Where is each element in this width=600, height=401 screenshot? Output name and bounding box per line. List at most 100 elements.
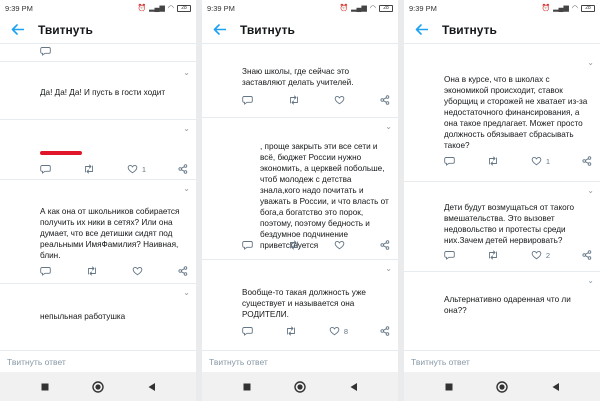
retweet-button[interactable] xyxy=(288,95,300,105)
tweet-thread: ⌄ Она в курсе, что в школах с экономикой… xyxy=(404,44,600,350)
like-count: 1 xyxy=(141,164,147,174)
app-bar: Твитнуть xyxy=(202,16,398,44)
retweet-button[interactable] xyxy=(86,266,98,276)
tweet-text: Дети будут возмущаться от такого вмешате… xyxy=(444,203,575,245)
tweet-text: Вообще-то такая должность уже существует… xyxy=(242,288,366,319)
tweet-text: Да! Да! Да! И пусть в гости ходит xyxy=(40,88,166,97)
status-time: 9:39 PM xyxy=(5,3,33,13)
signal-icon: ▂▄▆ xyxy=(553,4,569,12)
system-nav-bar xyxy=(0,372,196,401)
like-button[interactable] xyxy=(334,95,345,105)
page-title: Твитнуть xyxy=(38,22,93,37)
share-button[interactable] xyxy=(380,95,390,105)
tweet-thread: Знаю школы, где сейчас это заставляют де… xyxy=(202,44,398,350)
chevron-down-icon[interactable]: ⌄ xyxy=(183,288,190,297)
reply-button[interactable] xyxy=(40,266,51,276)
share-button[interactable] xyxy=(582,250,592,260)
back-arrow-icon[interactable] xyxy=(210,21,228,39)
app-bar: Твитнуть xyxy=(404,16,600,44)
system-nav-bar xyxy=(202,372,398,401)
status-bar: 9:39 PM ⏰ ▂▄▆ ◠ 28 xyxy=(202,0,398,16)
screen-3: 9:39 PM ⏰ ▂▄▆ ◠ 28 Твитнуть ⌄ Она в курс… xyxy=(404,0,600,401)
tweet[interactable]: ⌄ , проще закрыть эти все сети и всё, бю… xyxy=(202,118,398,260)
back-arrow-icon[interactable] xyxy=(8,21,26,39)
chevron-down-icon[interactable]: ⌄ xyxy=(183,124,190,133)
chevron-down-icon[interactable]: ⌄ xyxy=(385,264,392,273)
chevron-down-icon[interactable]: ⌄ xyxy=(183,68,190,77)
back-button[interactable] xyxy=(345,379,361,395)
tweet[interactable]: ⌄ 1 xyxy=(0,120,196,180)
battery-icon: 28 xyxy=(177,4,191,12)
share-button[interactable] xyxy=(178,266,188,276)
back-arrow-icon[interactable] xyxy=(412,21,430,39)
retweet-button[interactable] xyxy=(285,326,297,336)
recents-button[interactable] xyxy=(239,379,255,395)
like-button[interactable]: 1 xyxy=(127,164,146,174)
tweet[interactable]: ⌄ Дети будут возмущаться от такого вмеша… xyxy=(404,182,600,272)
screen-1: 9:39 PM ⏰ ▂▄▆ ◠ 28 Твитнуть Да! Да! Да! … xyxy=(0,0,196,401)
chevron-down-icon[interactable]: ⌄ xyxy=(587,58,594,67)
reply-bar xyxy=(404,350,600,372)
chevron-down-icon[interactable]: ⌄ xyxy=(183,184,190,193)
system-nav-bar xyxy=(404,372,600,401)
like-button[interactable] xyxy=(132,266,143,276)
home-button[interactable] xyxy=(292,379,308,395)
reply-button[interactable] xyxy=(40,46,51,56)
alarm-icon: ⏰ xyxy=(541,4,551,12)
retweet-button[interactable] xyxy=(487,250,499,260)
retweet-button[interactable] xyxy=(288,240,300,250)
screen-2: 9:39 PM ⏰ ▂▄▆ ◠ 28 Твитнуть Знаю школы, … xyxy=(202,0,398,401)
home-button[interactable] xyxy=(494,379,510,395)
page-title: Твитнуть xyxy=(442,22,497,37)
reply-bar xyxy=(202,350,398,372)
recents-button[interactable] xyxy=(37,379,53,395)
reply-input[interactable] xyxy=(411,356,591,367)
battery-icon: 28 xyxy=(581,4,595,12)
chevron-down-icon[interactable]: ⌄ xyxy=(587,186,594,195)
alarm-icon: ⏰ xyxy=(339,4,349,12)
chevron-down-icon[interactable]: ⌄ xyxy=(587,276,594,285)
reply-button[interactable] xyxy=(40,164,51,174)
reply-button[interactable] xyxy=(242,326,253,336)
tweet[interactable]: ⌄ Она в курсе, что в школах с экономикой… xyxy=(404,44,600,182)
home-button[interactable] xyxy=(90,379,106,395)
wifi-icon: ◠ xyxy=(571,4,578,12)
tweet[interactable]: ⌄ Вообще-то такая должность уже существу… xyxy=(202,260,398,350)
status-bar: 9:39 PM ⏰ ▂▄▆ ◠ 28 xyxy=(404,0,600,16)
tweet[interactable]: ⌄ непыльная работушка xyxy=(0,284,196,350)
reply-input[interactable] xyxy=(7,356,187,367)
reply-button[interactable] xyxy=(242,240,253,250)
wifi-icon: ◠ xyxy=(167,4,174,12)
tweet-thread: Да! Да! Да! И пусть в гости ходит ⌄ ⌄ 1 … xyxy=(0,44,196,350)
retweet-button[interactable] xyxy=(487,156,499,166)
tweet-partial xyxy=(0,44,196,62)
reply-input[interactable] xyxy=(209,356,389,367)
share-button[interactable] xyxy=(380,240,390,250)
reply-button[interactable] xyxy=(242,95,253,105)
back-button[interactable] xyxy=(547,379,563,395)
recents-button[interactable] xyxy=(441,379,457,395)
share-button[interactable] xyxy=(178,164,188,174)
like-button[interactable]: 8 xyxy=(329,326,348,336)
back-button[interactable] xyxy=(143,379,159,395)
tweet[interactable]: ⌄ Альтернативно одаренная что ли она?? xyxy=(404,272,600,350)
like-button[interactable] xyxy=(334,240,345,250)
tweet-text: А как она от школьников собирается получ… xyxy=(40,207,180,260)
like-button[interactable]: 2 xyxy=(531,250,550,260)
share-button[interactable] xyxy=(380,326,390,336)
signal-icon: ▂▄▆ xyxy=(149,4,165,12)
share-button[interactable] xyxy=(582,156,592,166)
like-count: 2 xyxy=(545,250,551,260)
alarm-icon: ⏰ xyxy=(137,4,147,12)
tweet[interactable]: ⌄ А как она от школьников собирается пол… xyxy=(0,180,196,284)
tweet-text: Альтернативно одаренная что ли она?? xyxy=(444,295,571,315)
reply-button[interactable] xyxy=(444,250,455,260)
like-button[interactable]: 1 xyxy=(531,156,550,166)
retweet-button[interactable] xyxy=(83,164,95,174)
tweet[interactable]: Знаю школы, где сейчас это заставляют де… xyxy=(202,44,398,118)
tweet-text: Знаю школы, где сейчас это заставляют де… xyxy=(242,67,354,87)
reply-button[interactable] xyxy=(444,156,455,166)
wifi-icon: ◠ xyxy=(369,4,376,12)
tweet[interactable]: Да! Да! Да! И пусть в гости ходит ⌄ xyxy=(0,62,196,120)
chevron-down-icon[interactable]: ⌄ xyxy=(385,122,392,131)
